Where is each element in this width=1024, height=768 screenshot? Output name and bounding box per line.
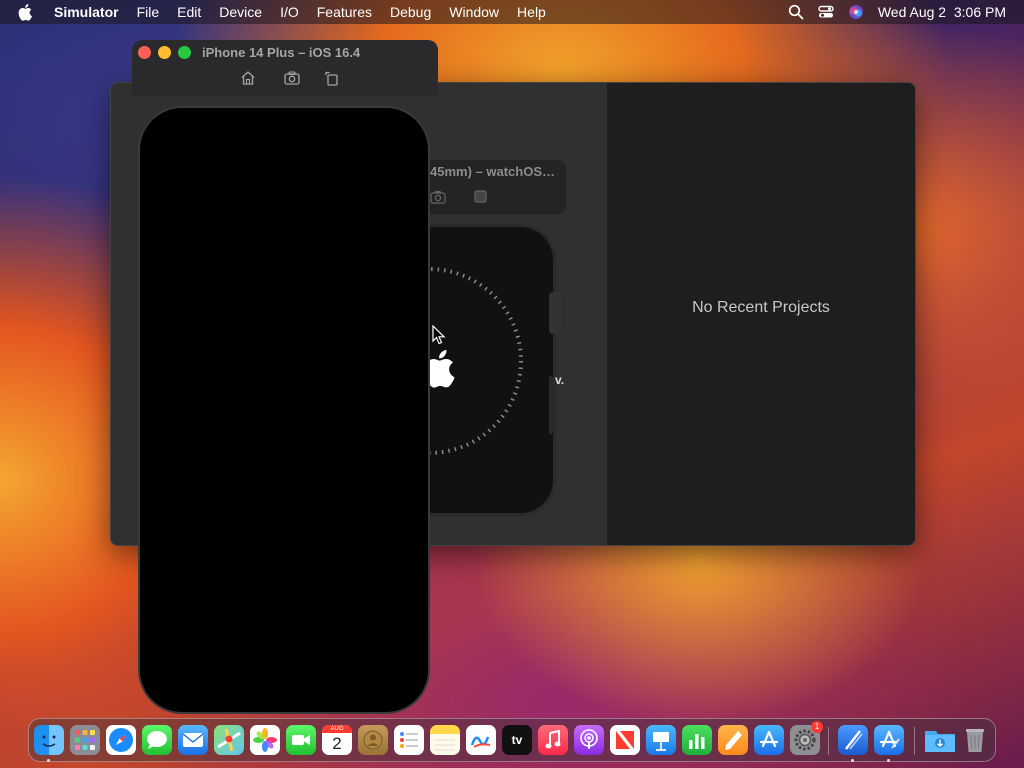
siri-icon[interactable] <box>848 4 864 20</box>
news-icon[interactable] <box>610 725 640 755</box>
xcode-icon[interactable] <box>838 725 868 755</box>
menu-device[interactable]: Device <box>219 4 262 20</box>
menu-io[interactable]: I/O <box>280 4 299 20</box>
safari-icon[interactable] <box>106 725 136 755</box>
close-window-button[interactable] <box>138 46 151 59</box>
home-icon[interactable] <box>239 69 257 87</box>
mouse-pointer-icon <box>432 325 446 345</box>
iphone-window-title: iPhone 14 Plus – iOS 16.4 <box>202 45 361 60</box>
no-recent-projects-label: No Recent Projects <box>692 299 830 316</box>
apple-menu-icon[interactable] <box>18 3 34 21</box>
system-settings-icon[interactable]: 1 <box>790 721 823 755</box>
photos-icon[interactable] <box>250 725 280 755</box>
simulator-icon[interactable] <box>874 725 904 755</box>
reminders-icon[interactable] <box>394 725 424 755</box>
freeform-icon[interactable] <box>466 725 496 755</box>
control-center-icon[interactable] <box>818 4 834 20</box>
downloads-folder-icon[interactable] <box>924 725 955 755</box>
contacts-icon[interactable] <box>358 725 388 755</box>
maps-icon[interactable] <box>214 725 244 755</box>
iphone-simulator-titlebar[interactable]: iPhone 14 Plus – iOS 16.4 <box>132 40 438 96</box>
calendar-day: 2 <box>332 734 342 753</box>
watch-window-title: 45mm) – watchOS… <box>430 164 555 179</box>
menu-help[interactable]: Help <box>517 4 546 20</box>
apple-tv-icon[interactable]: tv <box>502 725 532 755</box>
dock-separator <box>828 727 829 755</box>
menu-features[interactable]: Features <box>317 4 372 20</box>
stop-icon[interactable] <box>474 190 487 203</box>
menu-edit[interactable]: Edit <box>177 4 201 20</box>
dock-separator <box>914 727 915 755</box>
running-indicator <box>887 759 890 762</box>
running-indicator <box>47 759 50 762</box>
minimize-window-button[interactable] <box>158 46 171 59</box>
menu-file[interactable]: File <box>137 4 160 20</box>
pages-icon[interactable] <box>718 725 748 755</box>
menu-window[interactable]: Window <box>449 4 499 20</box>
watch-digital-crown[interactable] <box>549 292 561 334</box>
apple-tv-label: tv <box>511 733 523 747</box>
menu-debug[interactable]: Debug <box>390 4 431 20</box>
notification-badge: 1 <box>811 721 823 733</box>
recent-projects-pane: No Recent Projects <box>607 83 915 545</box>
dock: AUG 2 tv 1 <box>28 718 996 762</box>
messages-icon[interactable] <box>142 725 172 755</box>
menu-app-name[interactable]: Simulator <box>54 4 119 20</box>
music-icon[interactable] <box>538 725 568 755</box>
iphone-screen[interactable] <box>138 106 430 714</box>
rotate-icon[interactable] <box>323 69 341 87</box>
watch-side-button[interactable] <box>549 376 553 434</box>
keynote-icon[interactable] <box>646 725 676 755</box>
zoom-window-button[interactable] <box>178 46 191 59</box>
watch-side-label: v. <box>555 373 565 387</box>
finder-icon[interactable] <box>34 725 64 755</box>
calendar-icon[interactable]: AUG 2 <box>322 725 352 755</box>
running-indicator <box>851 759 854 762</box>
screenshot-icon[interactable] <box>430 190 446 204</box>
trash-icon[interactable] <box>960 725 990 755</box>
notes-icon[interactable] <box>430 725 460 755</box>
facetime-icon[interactable] <box>286 725 316 755</box>
launchpad-icon[interactable] <box>70 725 100 755</box>
podcasts-icon[interactable] <box>574 725 604 755</box>
menubar-clock[interactable]: Wed Aug 2 3:06 PM <box>878 4 1006 20</box>
menu-bar: Simulator File Edit Device I/O Features … <box>0 0 1024 24</box>
app-store-icon[interactable] <box>754 725 784 755</box>
calendar-month: AUG <box>322 725 352 733</box>
spotlight-search-icon[interactable] <box>788 4 804 20</box>
numbers-icon[interactable] <box>682 725 712 755</box>
screenshot-icon[interactable] <box>283 69 301 87</box>
mail-icon[interactable] <box>178 725 208 755</box>
